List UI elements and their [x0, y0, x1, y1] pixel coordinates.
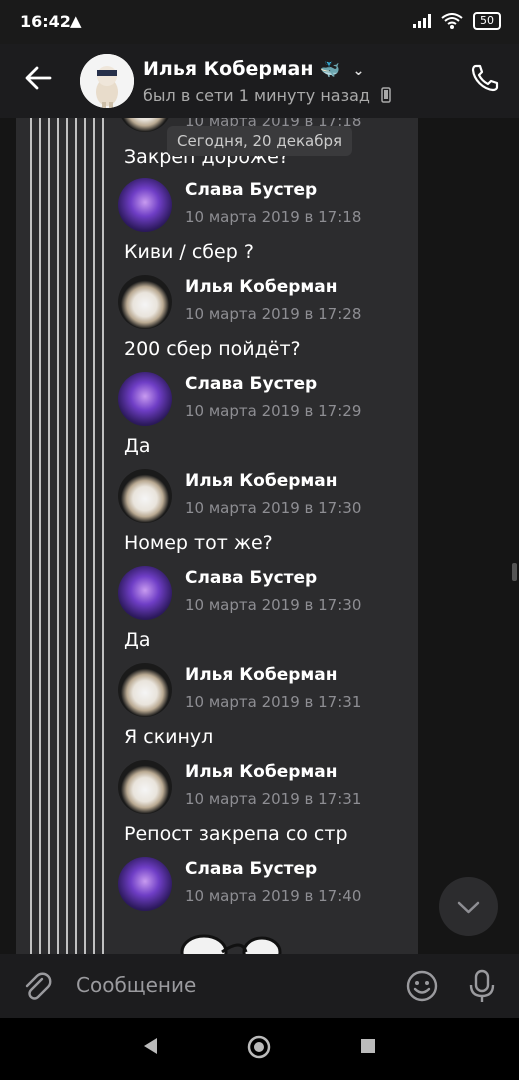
message-text: Да: [124, 629, 151, 651]
author-name[interactable]: Слава Бустер: [185, 180, 317, 200]
author-name[interactable]: Слава Бустер: [185, 568, 317, 588]
author-name[interactable]: Илья Коберман: [185, 277, 338, 297]
message-input[interactable]: Сообщение: [76, 973, 196, 997]
avatar[interactable]: [118, 178, 172, 232]
contact-status-text: был в сети 1 минуту назад: [143, 86, 370, 105]
status-time: 16:42: [20, 12, 71, 31]
warning-icon: ▲: [70, 12, 82, 30]
microphone-icon[interactable]: [466, 968, 498, 1004]
scrollbar[interactable]: [512, 563, 517, 581]
chat-header: Илья Коберман 🐳 ⌄ был в сети 1 минуту на…: [0, 44, 519, 118]
message-time: 10 марта 2019 в 17:31: [185, 693, 362, 711]
author-name[interactable]: Илья Коберман: [185, 762, 338, 782]
author-name[interactable]: Слава Бустер: [185, 374, 317, 394]
avatar[interactable]: [118, 663, 172, 717]
author-name[interactable]: Илья Коберман: [185, 665, 338, 685]
striped-decoration: [30, 118, 110, 954]
avatar[interactable]: [118, 760, 172, 814]
scroll-down-button[interactable]: [439, 877, 498, 936]
message-text: Да: [124, 435, 151, 457]
message-text: Репост закрепа со стр: [124, 823, 348, 845]
nav-home-icon[interactable]: [246, 1034, 272, 1060]
battery-icon: 50: [473, 12, 501, 30]
chevron-down-icon[interactable]: ⌄: [353, 63, 365, 79]
contact-avatar[interactable]: [80, 54, 134, 108]
avatar[interactable]: [118, 469, 172, 523]
message-time: 10 марта 2019 в 17:30: [185, 499, 362, 517]
cat-avatar-icon: [80, 54, 134, 108]
phone-icon[interactable]: [469, 62, 501, 94]
message-text: Я скинул: [124, 726, 214, 748]
message-time: 10 марта 2019 в 17:28: [185, 305, 362, 323]
message-text: Киви / сбер ?: [124, 241, 254, 263]
contact-status: был в сети 1 минуту назад: [143, 86, 391, 105]
message-time: 10 марта 2019 в 17:40: [185, 887, 362, 905]
wifi-icon: [441, 13, 463, 29]
author-name[interactable]: Илья Коберман: [185, 471, 338, 491]
emoji-icon[interactable]: [404, 968, 440, 1004]
avatar[interactable]: [118, 275, 172, 329]
nav-recents-icon[interactable]: [360, 1038, 376, 1054]
chat-area[interactable]: 10 марта 2019 в 17:18 Закреп дороже? Сег…: [0, 118, 519, 954]
status-bar: 16:42 ▲ 50: [0, 0, 519, 44]
avatar[interactable]: [118, 118, 172, 132]
avatar[interactable]: [118, 372, 172, 426]
avatar[interactable]: [118, 566, 172, 620]
avatar[interactable]: [118, 857, 172, 911]
message-time: 10 марта 2019 в 17:29: [185, 402, 362, 420]
contact-name-text: Илья Коберман: [143, 58, 314, 80]
nav-back-icon[interactable]: [141, 1036, 159, 1056]
chevron-down-icon: [457, 901, 480, 914]
message-time: 10 марта 2019 в 17:31: [185, 790, 362, 808]
mobile-icon: [381, 87, 391, 103]
system-nav-bar: [0, 1018, 519, 1080]
message-time: 10 марта 2019 в 17:30: [185, 596, 362, 614]
back-arrow-icon[interactable]: [20, 60, 56, 96]
contact-name[interactable]: Илья Коберман 🐳 ⌄: [143, 58, 364, 80]
message-time: 10 марта 2019 в 17:18: [185, 208, 362, 226]
message-text: Номер тот же?: [124, 532, 273, 554]
date-separator: Сегодня, 20 декабря: [167, 126, 352, 156]
paperclip-icon[interactable]: [20, 970, 54, 1004]
signal-icon: [413, 14, 431, 28]
whale-icon: 🐳: [320, 60, 341, 79]
sticker-image[interactable]: [178, 930, 286, 954]
status-icons: 50: [413, 12, 501, 30]
message-text: 200 сбер пойдёт?: [124, 338, 301, 360]
author-name[interactable]: Слава Бустер: [185, 859, 317, 879]
message-composer: Сообщение: [0, 954, 519, 1018]
